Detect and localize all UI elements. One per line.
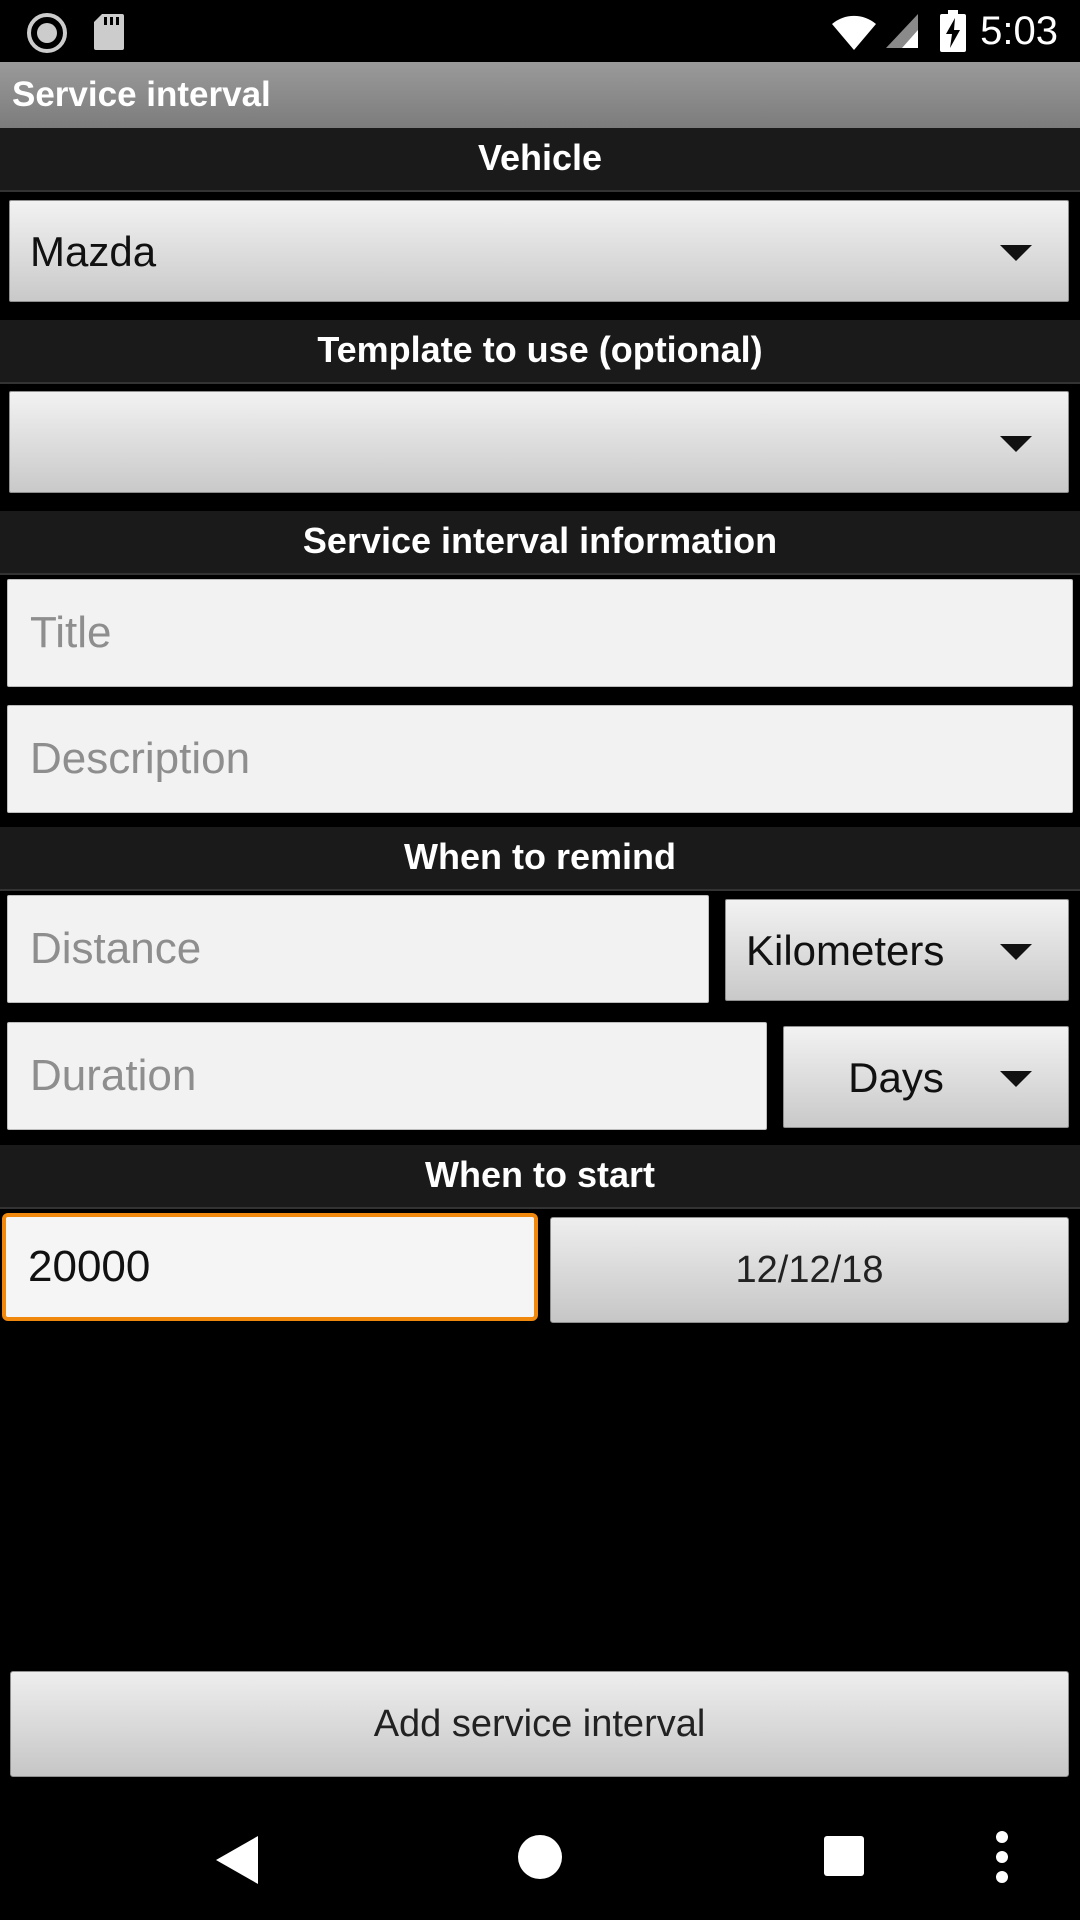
description-field[interactable] (7, 705, 1073, 813)
battery-charging-icon (940, 10, 966, 57)
start-distance-field[interactable] (2, 1213, 538, 1321)
back-icon[interactable] (200, 1800, 272, 1920)
page-title: Service interval (12, 75, 271, 114)
status-bar: 5:03 (0, 0, 1080, 62)
start-date-button[interactable]: 12/12/18 (550, 1217, 1069, 1323)
title-input[interactable] (8, 580, 1072, 686)
section-header-vehicle: Vehicle (0, 128, 1080, 192)
vehicle-spinner-value: Mazda (30, 228, 157, 275)
screen: 5:03 Service interval Vehicle Mazda Temp… (0, 0, 1080, 1920)
distance-input[interactable] (8, 896, 708, 1002)
record-icon (26, 12, 68, 59)
home-icon[interactable] (500, 1800, 580, 1920)
title-bar: Service interval (0, 62, 1080, 128)
clock: 5:03 (980, 9, 1058, 53)
sd-card-icon (92, 12, 126, 57)
wifi-icon (830, 12, 878, 57)
start-distance-input[interactable] (6, 1217, 534, 1317)
recents-icon[interactable] (804, 1800, 884, 1920)
menu-icon[interactable] (980, 1800, 1024, 1920)
section-header-start: When to start (0, 1145, 1080, 1209)
navigation-bar (0, 1800, 1080, 1920)
duration-unit-spinner[interactable]: Days (783, 1026, 1069, 1128)
vehicle-spinner[interactable]: Mazda (9, 200, 1069, 302)
section-header-remind: When to remind (0, 827, 1080, 891)
duration-field[interactable] (7, 1022, 767, 1130)
distance-field[interactable] (7, 895, 709, 1003)
section-header-info: Service interval information (0, 511, 1080, 575)
signal-icon (884, 12, 920, 55)
template-spinner[interactable] (9, 391, 1069, 493)
title-field[interactable] (7, 579, 1073, 687)
distance-unit-spinner[interactable]: Kilometers (725, 899, 1069, 1001)
dropdown-arrow-icon (1000, 245, 1032, 261)
section-header-template: Template to use (optional) (0, 320, 1080, 384)
description-input[interactable] (8, 706, 1072, 812)
add-service-interval-button[interactable]: Add service interval (10, 1671, 1069, 1777)
dropdown-arrow-icon (1000, 944, 1032, 960)
dropdown-arrow-icon (1000, 1071, 1032, 1087)
duration-input[interactable] (8, 1023, 766, 1129)
distance-unit-value: Kilometers (746, 927, 945, 974)
dropdown-arrow-icon (1000, 436, 1032, 452)
duration-unit-value: Days (848, 1054, 944, 1101)
